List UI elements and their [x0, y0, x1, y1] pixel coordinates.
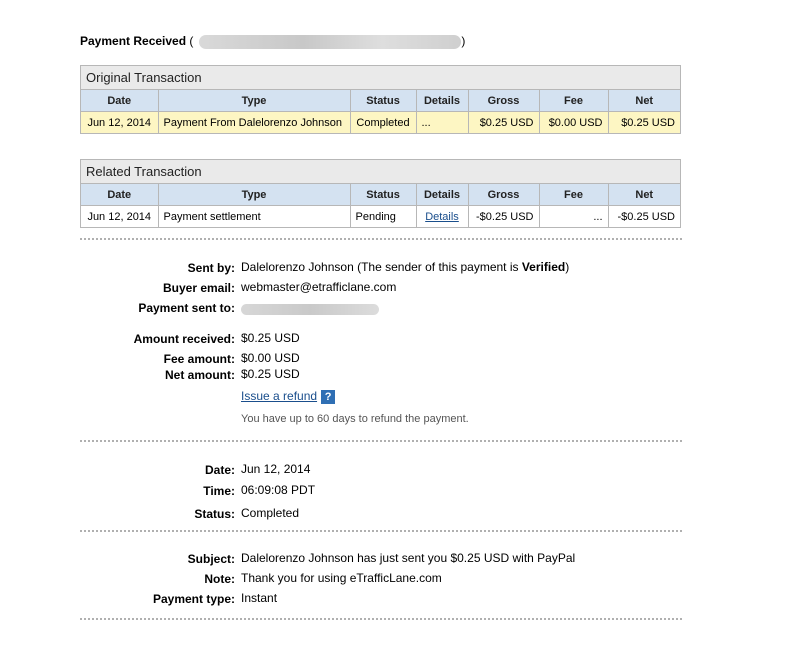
- col-type: Type: [158, 184, 351, 206]
- table-row: Jun 12, 2014 Payment From Dalelorenzo Jo…: [81, 111, 680, 133]
- table-header-row: Date Type Status Details Gross Fee Net: [81, 184, 680, 206]
- sent-by-label: Sent by:: [187, 261, 235, 275]
- section-divider: [80, 530, 682, 532]
- date-value: Jun 12, 2014: [241, 462, 311, 476]
- title-paren-close: ): [461, 34, 466, 48]
- col-gross: Gross: [468, 90, 540, 112]
- status-value: Completed: [241, 506, 300, 520]
- amount-received-label: Amount received:: [133, 332, 235, 346]
- sender-name: Dalelorenzo Johnson: [241, 260, 354, 274]
- net-amount-label: Net amount:: [165, 368, 235, 382]
- cell-fee: ...: [539, 205, 609, 227]
- col-net: Net: [608, 184, 680, 206]
- cell-date: Jun 12, 2014: [81, 205, 159, 227]
- original-transaction-heading: Original Transaction: [81, 66, 680, 90]
- cell-fee: $0.00 USD: [539, 111, 609, 133]
- related-transaction-table: Date Type Status Details Gross Fee Net J…: [81, 184, 680, 227]
- details-link[interactable]: Details: [425, 211, 459, 223]
- payment-type-value: Instant: [241, 591, 278, 605]
- col-fee: Fee: [539, 90, 609, 112]
- col-net: Net: [608, 90, 680, 112]
- buyer-email-value: webmaster@etrafficlane.com: [241, 280, 397, 294]
- subject-value: Dalelorenzo Johnson has just sent you $0…: [241, 551, 576, 565]
- amount-received-value: $0.25 USD: [241, 331, 300, 345]
- col-fee: Fee: [539, 184, 609, 206]
- cell-type: Payment From Dalelorenzo Johnson: [158, 111, 351, 133]
- payment-sent-to-label: Payment sent to:: [138, 301, 235, 315]
- issue-refund-link[interactable]: Issue a refund: [241, 389, 317, 403]
- time-value: 06:09:08 PDT: [241, 483, 316, 497]
- cell-net: $0.25 USD: [608, 111, 680, 133]
- original-transaction-panel: Original Transaction Date Type Status De…: [80, 65, 681, 134]
- time-label: Time:: [203, 484, 235, 498]
- sender-note-prefix: (The sender of this payment is: [357, 260, 522, 274]
- subject-label: Subject:: [187, 552, 235, 566]
- cell-details: Details: [416, 205, 469, 227]
- cell-status: Completed: [350, 111, 417, 133]
- col-details: Details: [416, 184, 469, 206]
- payment-sent-to-value: [241, 302, 379, 316]
- col-status: Status: [350, 90, 417, 112]
- fee-amount-label: Fee amount:: [163, 352, 235, 366]
- section-divider: [80, 238, 682, 240]
- title-paren-open: (: [189, 34, 194, 48]
- page-title: Payment Received (): [80, 34, 465, 49]
- status-label: Status:: [194, 507, 235, 521]
- page-title-text: Payment Received: [80, 34, 187, 48]
- col-status: Status: [350, 184, 417, 206]
- help-icon[interactable]: ?: [321, 389, 336, 404]
- cell-gross: -$0.25 USD: [468, 205, 540, 227]
- table-header-row: Date Type Status Details Gross Fee Net: [81, 90, 680, 112]
- section-divider: [80, 440, 682, 442]
- sent-by-value: Dalelorenzo Johnson (The sender of this …: [241, 260, 569, 274]
- net-amount-value: $0.25 USD: [241, 367, 300, 381]
- col-details: Details: [416, 90, 469, 112]
- note-label: Note:: [204, 572, 235, 586]
- original-transaction-table: Date Type Status Details Gross Fee Net J…: [81, 90, 680, 133]
- cell-gross: $0.25 USD: [468, 111, 540, 133]
- related-transaction-heading: Related Transaction: [81, 160, 680, 184]
- col-date: Date: [81, 90, 159, 112]
- cell-net: -$0.25 USD: [617, 210, 675, 223]
- refund-row: Issue a refund?: [241, 389, 336, 404]
- buyer-email-label: Buyer email:: [162, 281, 235, 295]
- redacted-transaction-id: [199, 34, 462, 49]
- table-row: Jun 12, 2014 Payment settlement Pending …: [81, 205, 680, 227]
- payment-type-label: Payment type:: [152, 592, 235, 606]
- cell-type: Payment settlement: [158, 205, 351, 227]
- col-type: Type: [158, 90, 351, 112]
- col-gross: Gross: [468, 184, 540, 206]
- verified-status: Verified: [521, 260, 566, 274]
- fee-amount-value: $0.00 USD: [241, 351, 300, 365]
- cell-date: Jun 12, 2014: [81, 111, 159, 133]
- cell-details: ...: [416, 111, 469, 133]
- cell-status: Pending: [350, 205, 417, 227]
- sender-note-suffix: ): [565, 260, 570, 274]
- redacted-email: [241, 304, 379, 316]
- related-transaction-panel: Related Transaction Date Type Status Det…: [80, 159, 681, 228]
- col-date: Date: [81, 184, 159, 206]
- refund-note: You have up to 60 days to refund the pay…: [241, 413, 469, 425]
- date-label: Date:: [204, 463, 235, 477]
- note-value: Thank you for using eTrafficLane.com: [241, 571, 442, 585]
- section-divider: [80, 618, 682, 620]
